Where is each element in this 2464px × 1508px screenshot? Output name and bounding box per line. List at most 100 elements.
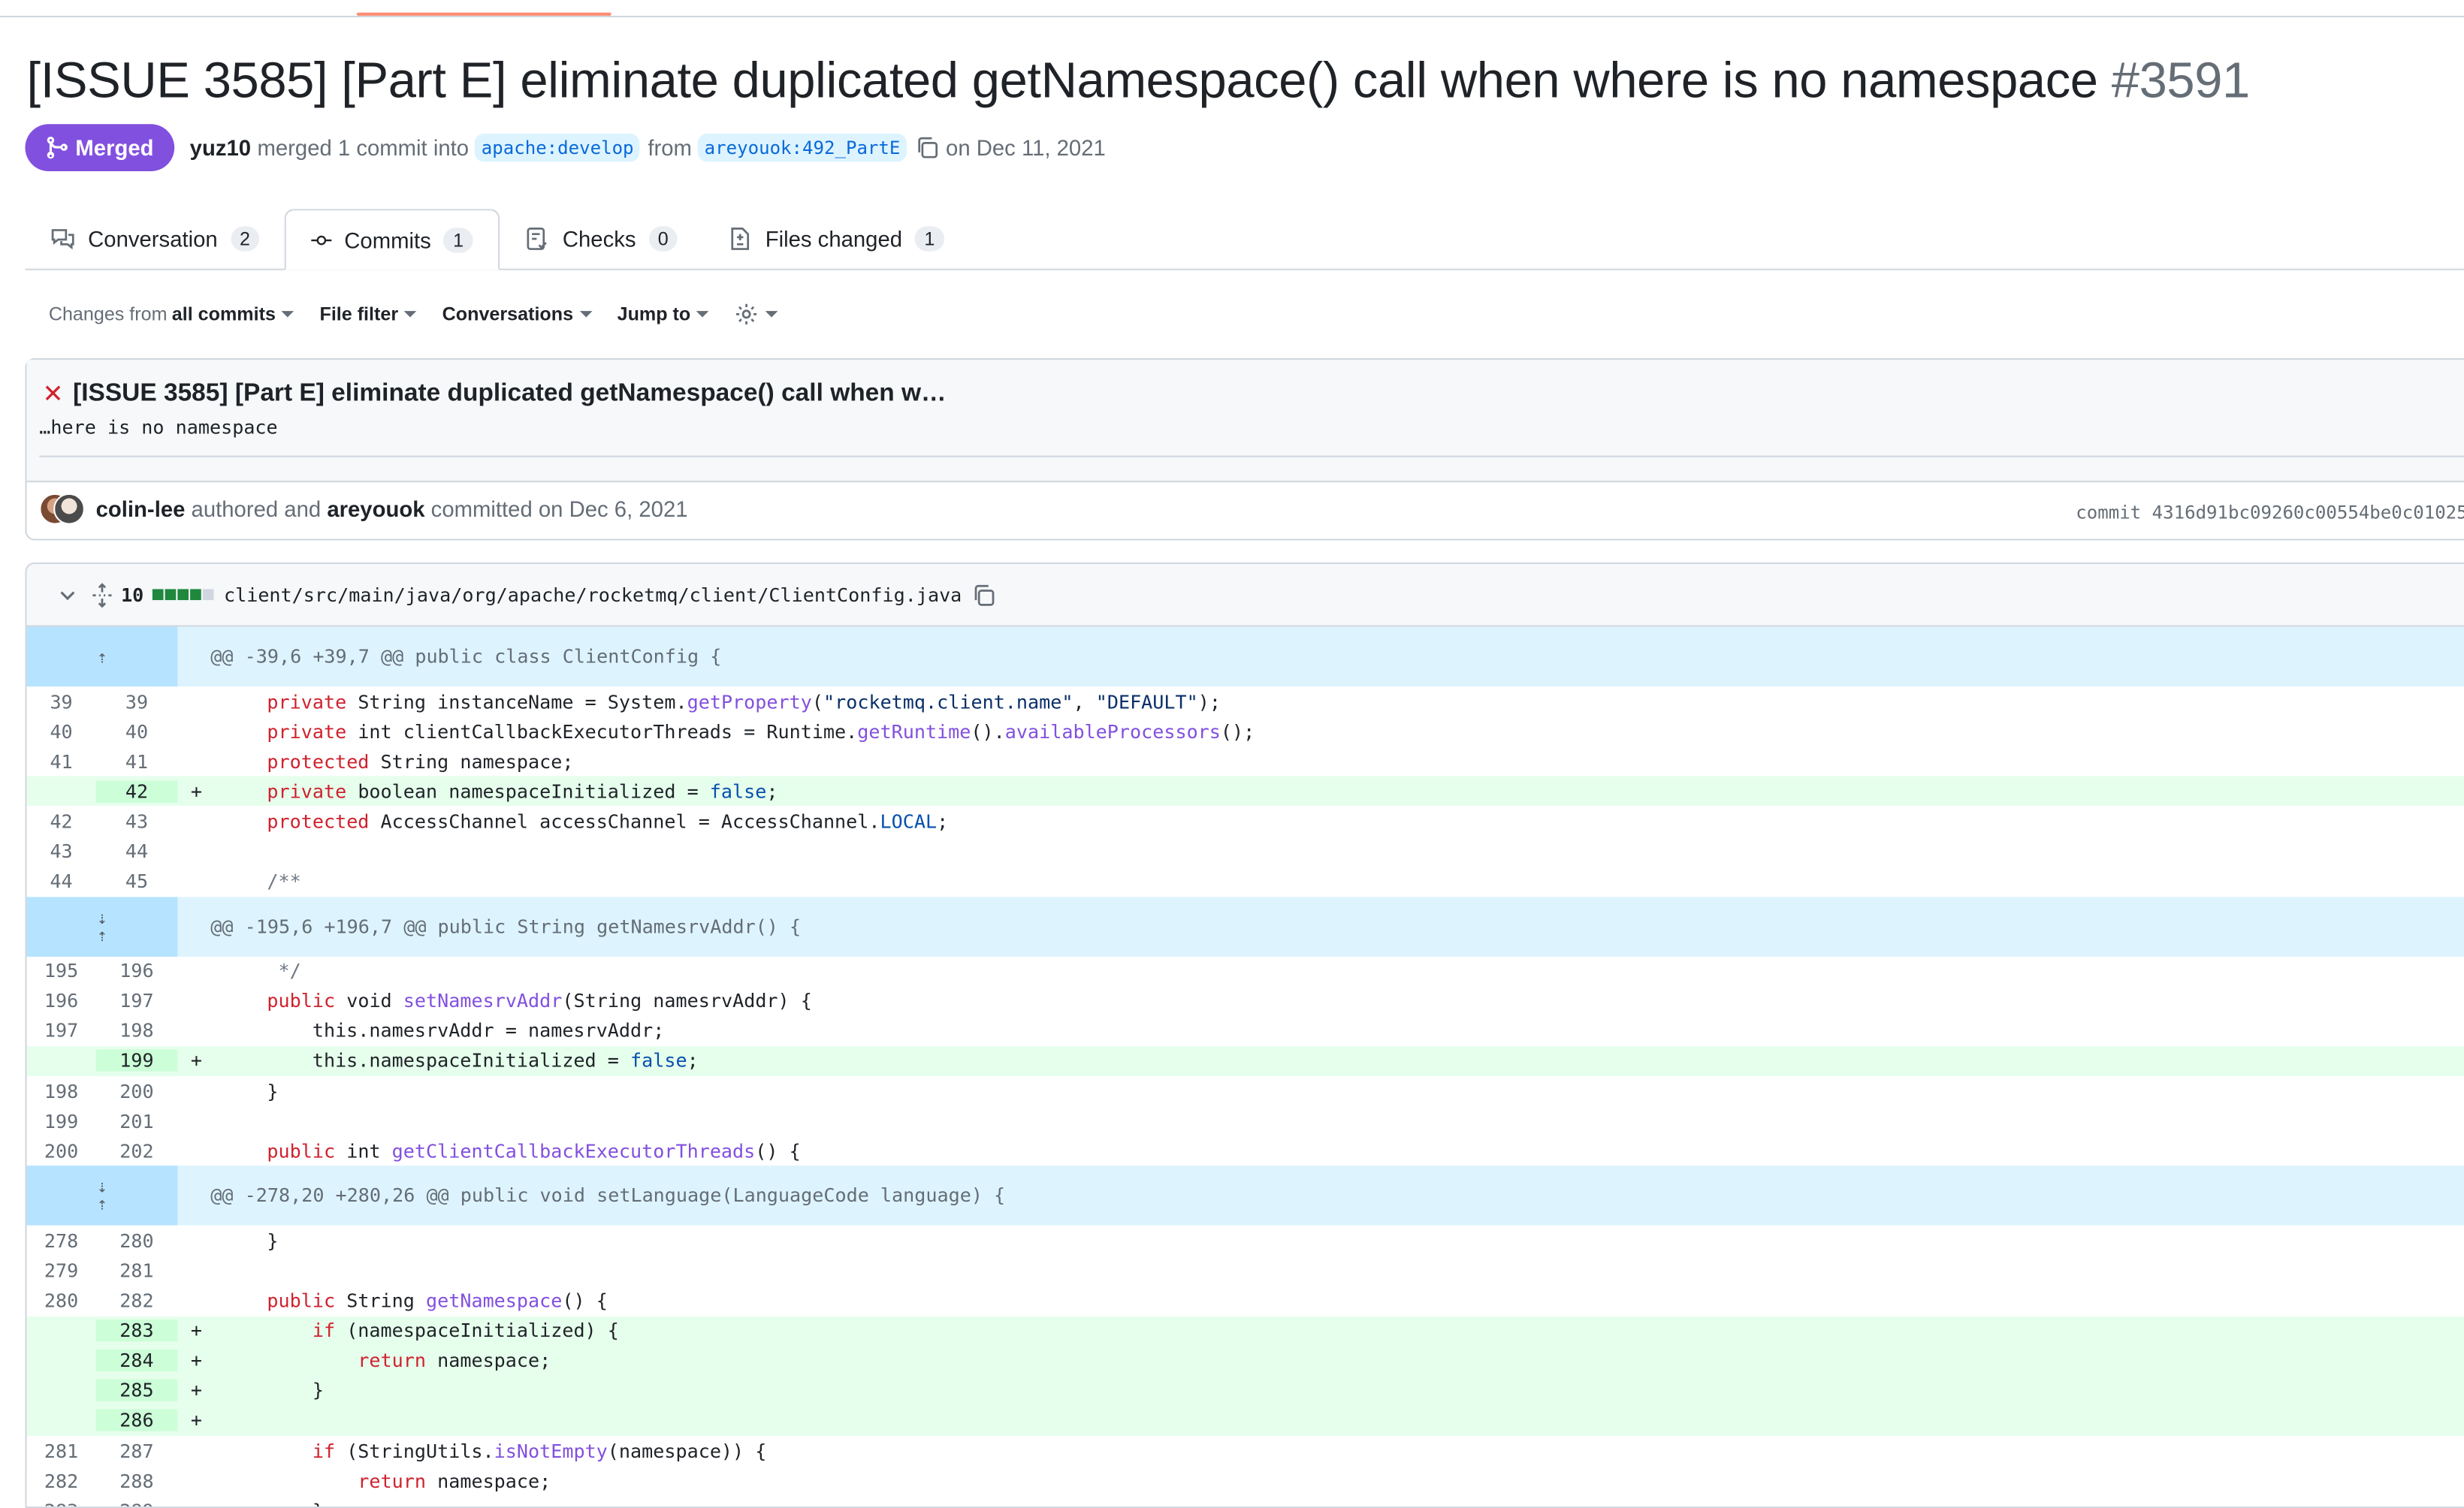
diff-settings-dropdown[interactable] <box>735 302 779 327</box>
new-line-number[interactable]: 282 <box>96 1289 178 1311</box>
old-line-number[interactable]: 280 <box>27 1289 96 1311</box>
code-text: } <box>221 1080 279 1102</box>
new-line-number[interactable]: 197 <box>96 990 178 1012</box>
base-branch[interactable]: apache:develop <box>475 133 640 162</box>
old-line-number[interactable]: 278 <box>27 1230 96 1252</box>
old-line-number[interactable]: 196 <box>27 990 96 1012</box>
diff-line: 280 282 public String getNamespace() { <box>27 1286 2464 1316</box>
new-line-number[interactable]: 41 <box>96 750 178 772</box>
code-text: return namespace; <box>358 1350 551 1372</box>
diff-line-added: 285 + } <box>26 1375 2464 1406</box>
old-line-number[interactable]: 279 <box>27 1260 96 1282</box>
new-line-number[interactable]: 287 <box>96 1440 178 1461</box>
code-text: */ <box>278 960 301 982</box>
new-line-number[interactable]: 196 <box>96 961 178 982</box>
diff-line-added: 283 + if (namespaceInitialized) { <box>26 1316 2464 1347</box>
from-text: from <box>648 134 692 161</box>
expand-hunk-button[interactable]: ⇡ <box>26 626 178 687</box>
expand-up-icon: ⇡ <box>97 924 107 946</box>
caret-down-icon <box>696 311 710 318</box>
new-line-number[interactable]: 283 <box>95 1320 178 1342</box>
new-line-number[interactable]: 43 <box>96 810 178 832</box>
new-line-number[interactable]: 280 <box>96 1230 178 1252</box>
new-line-number[interactable]: 281 <box>96 1260 178 1282</box>
tab-commits[interactable]: Commits 1 <box>284 209 500 270</box>
unfold-icon[interactable] <box>89 582 114 608</box>
old-line-number[interactable]: 199 <box>27 1110 96 1132</box>
new-line-number[interactable]: 289 <box>96 1500 178 1506</box>
old-line-number[interactable]: 39 <box>27 690 96 712</box>
new-line-number[interactable]: 40 <box>96 720 178 742</box>
copy-icon[interactable] <box>971 582 996 607</box>
expand-up-icon: ⇡ <box>97 646 107 667</box>
new-line-number[interactable]: 42 <box>95 780 178 803</box>
file-filter-dropdown[interactable]: File filter <box>319 303 418 325</box>
new-line-number[interactable]: 200 <box>96 1080 178 1102</box>
diffstat-block <box>203 589 215 601</box>
old-line-number[interactable]: 44 <box>27 870 96 892</box>
conversations-dropdown[interactable]: Conversations <box>442 303 593 325</box>
commit-sha[interactable]: commit 4316d91bc09260c00554be0c01025 <box>2076 501 2464 523</box>
tab-conversation[interactable]: Conversation 2 <box>25 209 285 267</box>
old-line-number[interactable]: 41 <box>27 750 96 772</box>
new-line-number[interactable]: 44 <box>96 840 178 862</box>
old-line-number[interactable]: 283 <box>27 1500 96 1506</box>
old-line-number[interactable]: 198 <box>27 1080 96 1102</box>
expand-hunk-button[interactable]: ⇣ ⇡ <box>26 1166 178 1226</box>
code-text: public void setNamesrvAddr(String namesr… <box>267 990 812 1012</box>
tab-label: Files changed <box>765 225 903 251</box>
jump-to-label: Jump to <box>617 303 691 326</box>
new-line-number[interactable]: 39 <box>96 690 178 712</box>
diff-lines: ⇡ @@ -39,6 +39,7 @@ public class ClientCo… <box>26 626 2464 1506</box>
pr-title: [ISSUE 3585] [Part E] eliminate duplicat… <box>26 52 2098 109</box>
avatar[interactable] <box>53 493 85 525</box>
diff-sign: + <box>190 1320 203 1342</box>
old-line-number[interactable]: 43 <box>27 840 96 862</box>
jump-to-dropdown[interactable]: Jump to <box>618 303 710 325</box>
gear-icon <box>736 303 758 324</box>
committer-link[interactable]: areyouok <box>327 496 424 521</box>
tab-label: Commits <box>344 227 431 252</box>
expand-hunk-button[interactable]: ⇣ ⇡ <box>26 896 178 957</box>
pr-number: #3591 <box>2111 52 2250 109</box>
changes-from-dropdown[interactable]: Changes from all commits <box>49 303 295 325</box>
new-line-number[interactable]: 202 <box>96 1140 178 1162</box>
code-text: public String getNamespace() { <box>267 1289 608 1312</box>
new-line-number[interactable]: 201 <box>96 1110 178 1132</box>
new-line-number[interactable]: 285 <box>95 1380 178 1402</box>
tab-files-changed[interactable]: Files changed 1 <box>702 209 970 267</box>
old-line-number[interactable]: 195 <box>27 961 96 982</box>
new-line-number[interactable]: 284 <box>95 1350 178 1372</box>
old-line-number[interactable]: 282 <box>27 1470 96 1491</box>
old-line-number[interactable]: 197 <box>27 1020 96 1042</box>
new-line-number[interactable]: 198 <box>96 1020 178 1042</box>
new-line-number[interactable]: 45 <box>96 870 178 892</box>
new-line-number[interactable]: 288 <box>96 1470 178 1491</box>
code-text: } <box>209 1500 324 1506</box>
code-text: private int clientCallbackExecutorThread… <box>267 720 1255 743</box>
checklist-icon <box>527 226 547 249</box>
diff-line: 199 201 <box>27 1106 2464 1136</box>
hunk-header-text: @@ -278,20 +280,26 @@ public void setLan… <box>210 1184 1006 1208</box>
avatar-stack <box>39 493 86 525</box>
new-line-number[interactable]: 199 <box>95 1050 178 1072</box>
head-branch[interactable]: areyouok:492_PartE <box>698 133 907 162</box>
old-line-number[interactable]: 200 <box>27 1140 96 1162</box>
tab-checks[interactable]: Checks 0 <box>500 209 704 267</box>
old-line-number[interactable]: 40 <box>27 720 96 742</box>
new-line-number[interactable]: 286 <box>95 1410 178 1432</box>
x-status-icon[interactable]: ✕ <box>42 379 63 410</box>
diff-line: 198 200 } <box>27 1076 2464 1106</box>
divider <box>39 455 2464 457</box>
caret-down-icon <box>404 311 418 318</box>
code-text: } <box>221 1229 279 1252</box>
file-path[interactable]: client/src/main/java/org/apache/rocketmq… <box>224 584 962 605</box>
chevron-down-icon[interactable] <box>55 582 80 607</box>
author-link[interactable]: colin-lee <box>96 496 186 521</box>
merger-link[interactable]: yuz10 <box>190 135 251 160</box>
file-change-count: 10 <box>121 584 144 606</box>
old-line-number[interactable]: 42 <box>27 810 96 832</box>
old-line-number[interactable]: 281 <box>27 1440 96 1461</box>
diff-sign: + <box>190 1380 203 1402</box>
copy-icon[interactable] <box>914 135 939 160</box>
